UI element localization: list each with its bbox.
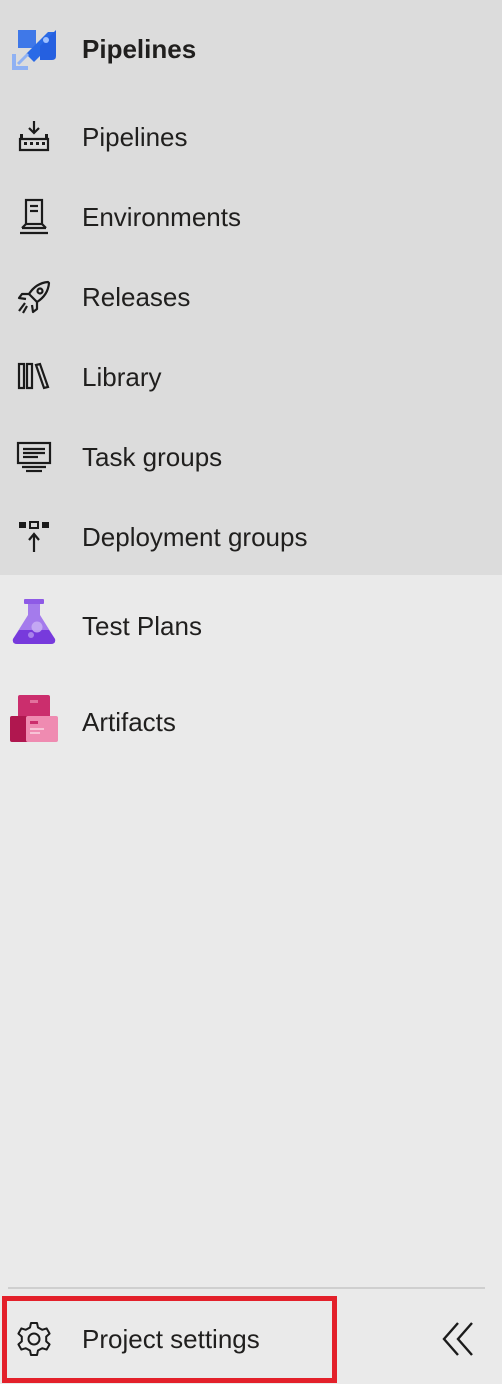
nav-item-label: Environments xyxy=(82,202,241,232)
hub-test-plans[interactable]: Test Plans xyxy=(0,585,502,665)
nav-item-label: Releases xyxy=(82,282,191,312)
library-books-icon xyxy=(17,362,50,390)
nav-item-pipelines[interactable]: Pipelines xyxy=(0,97,502,177)
nav-item-label: Task groups xyxy=(82,442,223,472)
nav-item-label: Pipelines xyxy=(82,122,188,152)
pipelines-hub-group: Pipelines Pipelines Environments Release… xyxy=(0,0,502,575)
double-chevron-left-icon[interactable] xyxy=(436,1316,482,1362)
hub-artifacts[interactable]: Artifacts xyxy=(0,681,502,761)
pipelines-logo-icon xyxy=(12,30,56,70)
nav-item-task-groups[interactable]: Task groups xyxy=(0,417,502,497)
nav-item-label: Deployment groups xyxy=(82,522,308,552)
nav-item-deployment-groups[interactable]: Deployment groups xyxy=(0,497,502,577)
artifacts-boxes-icon xyxy=(10,695,58,742)
hub-title: Pipelines xyxy=(82,34,197,64)
pipelines-factory-icon xyxy=(18,121,50,152)
hub-label: Test Plans xyxy=(82,611,202,641)
navigation-sidebar: Pipelines Pipelines Environments Release… xyxy=(0,0,502,1384)
highlight-annotation-box xyxy=(2,1296,337,1383)
environments-server-icon xyxy=(20,198,48,235)
footer-divider xyxy=(8,1287,485,1289)
test-plans-flask-icon xyxy=(12,599,56,644)
nav-item-label: Library xyxy=(82,362,162,392)
nav-item-environments[interactable]: Environments xyxy=(0,177,502,257)
rocket-icon xyxy=(17,280,51,314)
hub-label: Artifacts xyxy=(82,707,176,737)
nav-item-releases[interactable]: Releases xyxy=(0,257,502,337)
task-groups-icon xyxy=(16,441,52,473)
deployment-groups-icon xyxy=(19,521,49,552)
hub-pipelines[interactable]: Pipelines xyxy=(0,10,502,90)
nav-item-library[interactable]: Library xyxy=(0,337,502,417)
